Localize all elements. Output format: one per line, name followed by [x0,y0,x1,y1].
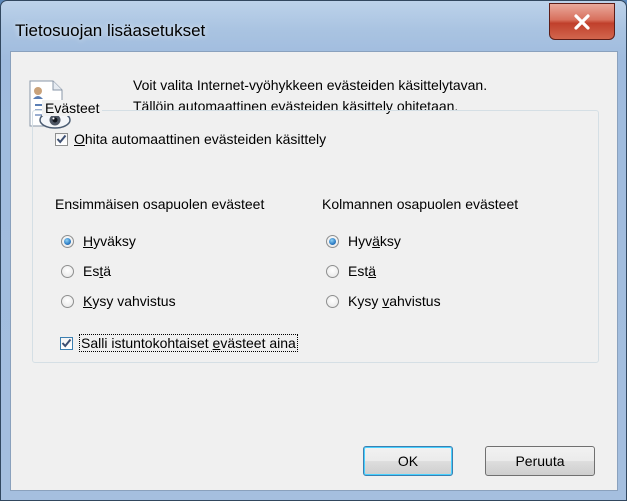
radio-label: Estä [348,263,377,279]
override-label: Ohita automaattinen evästeiden käsittely [74,131,327,147]
info-line-1: Voit valita Internet-vyöhykkeen evästeid… [133,77,488,93]
first-party-accept-radio[interactable]: Hyväksy [61,233,136,249]
first-party-prompt-radio[interactable]: Kysy vahvistus [61,293,176,309]
checkmark-icon [61,338,72,348]
session-cookies-checkbox[interactable]: Salli istuntokohtaiset evästeet aina [60,334,298,352]
radio-button[interactable] [61,264,74,278]
radio-label: Kysy vahvistus [83,293,176,309]
radio-button[interactable] [61,294,74,308]
override-automatic-checkbox[interactable]: Ohita automaattinen evästeiden käsittely [55,131,326,147]
radio-label: Hyväksy [83,233,136,249]
close-button[interactable] [549,3,615,40]
radio-label: Hyväksy [348,233,401,249]
close-icon [574,13,590,30]
first-party-heading: Ensimmäisen osapuolen evästeet [55,196,265,212]
radio-label: Estä [83,263,112,279]
radio-button[interactable] [61,234,74,248]
ok-button[interactable]: OK [363,446,453,476]
radio-button[interactable] [326,264,339,278]
radio-label: Kysy vahvistus [348,293,441,309]
third-party-prompt-radio[interactable]: Kysy vahvistus [326,293,441,309]
first-party-block-radio[interactable]: Estä [61,263,111,279]
checkmark-icon [56,134,67,144]
dialog-window: Tietosuojan lisäasetukset Voit valita In… [0,0,627,501]
checkbox-box[interactable] [60,336,73,350]
window-title: Tietosuojan lisäasetukset [15,21,206,40]
cancel-button[interactable]: Peruuta [485,446,595,476]
session-cookies-label: Salli istuntokohtaiset evästeet aina [79,334,298,352]
checkbox-box[interactable] [55,132,68,146]
third-party-block-radio[interactable]: Estä [326,263,376,279]
radio-button[interactable] [326,234,339,248]
radio-button[interactable] [326,294,339,308]
third-party-heading: Kolmannen osapuolen evästeet [322,196,519,212]
third-party-accept-radio[interactable]: Hyväksy [326,233,401,249]
cookies-group-legend: Evästeet [42,100,103,116]
